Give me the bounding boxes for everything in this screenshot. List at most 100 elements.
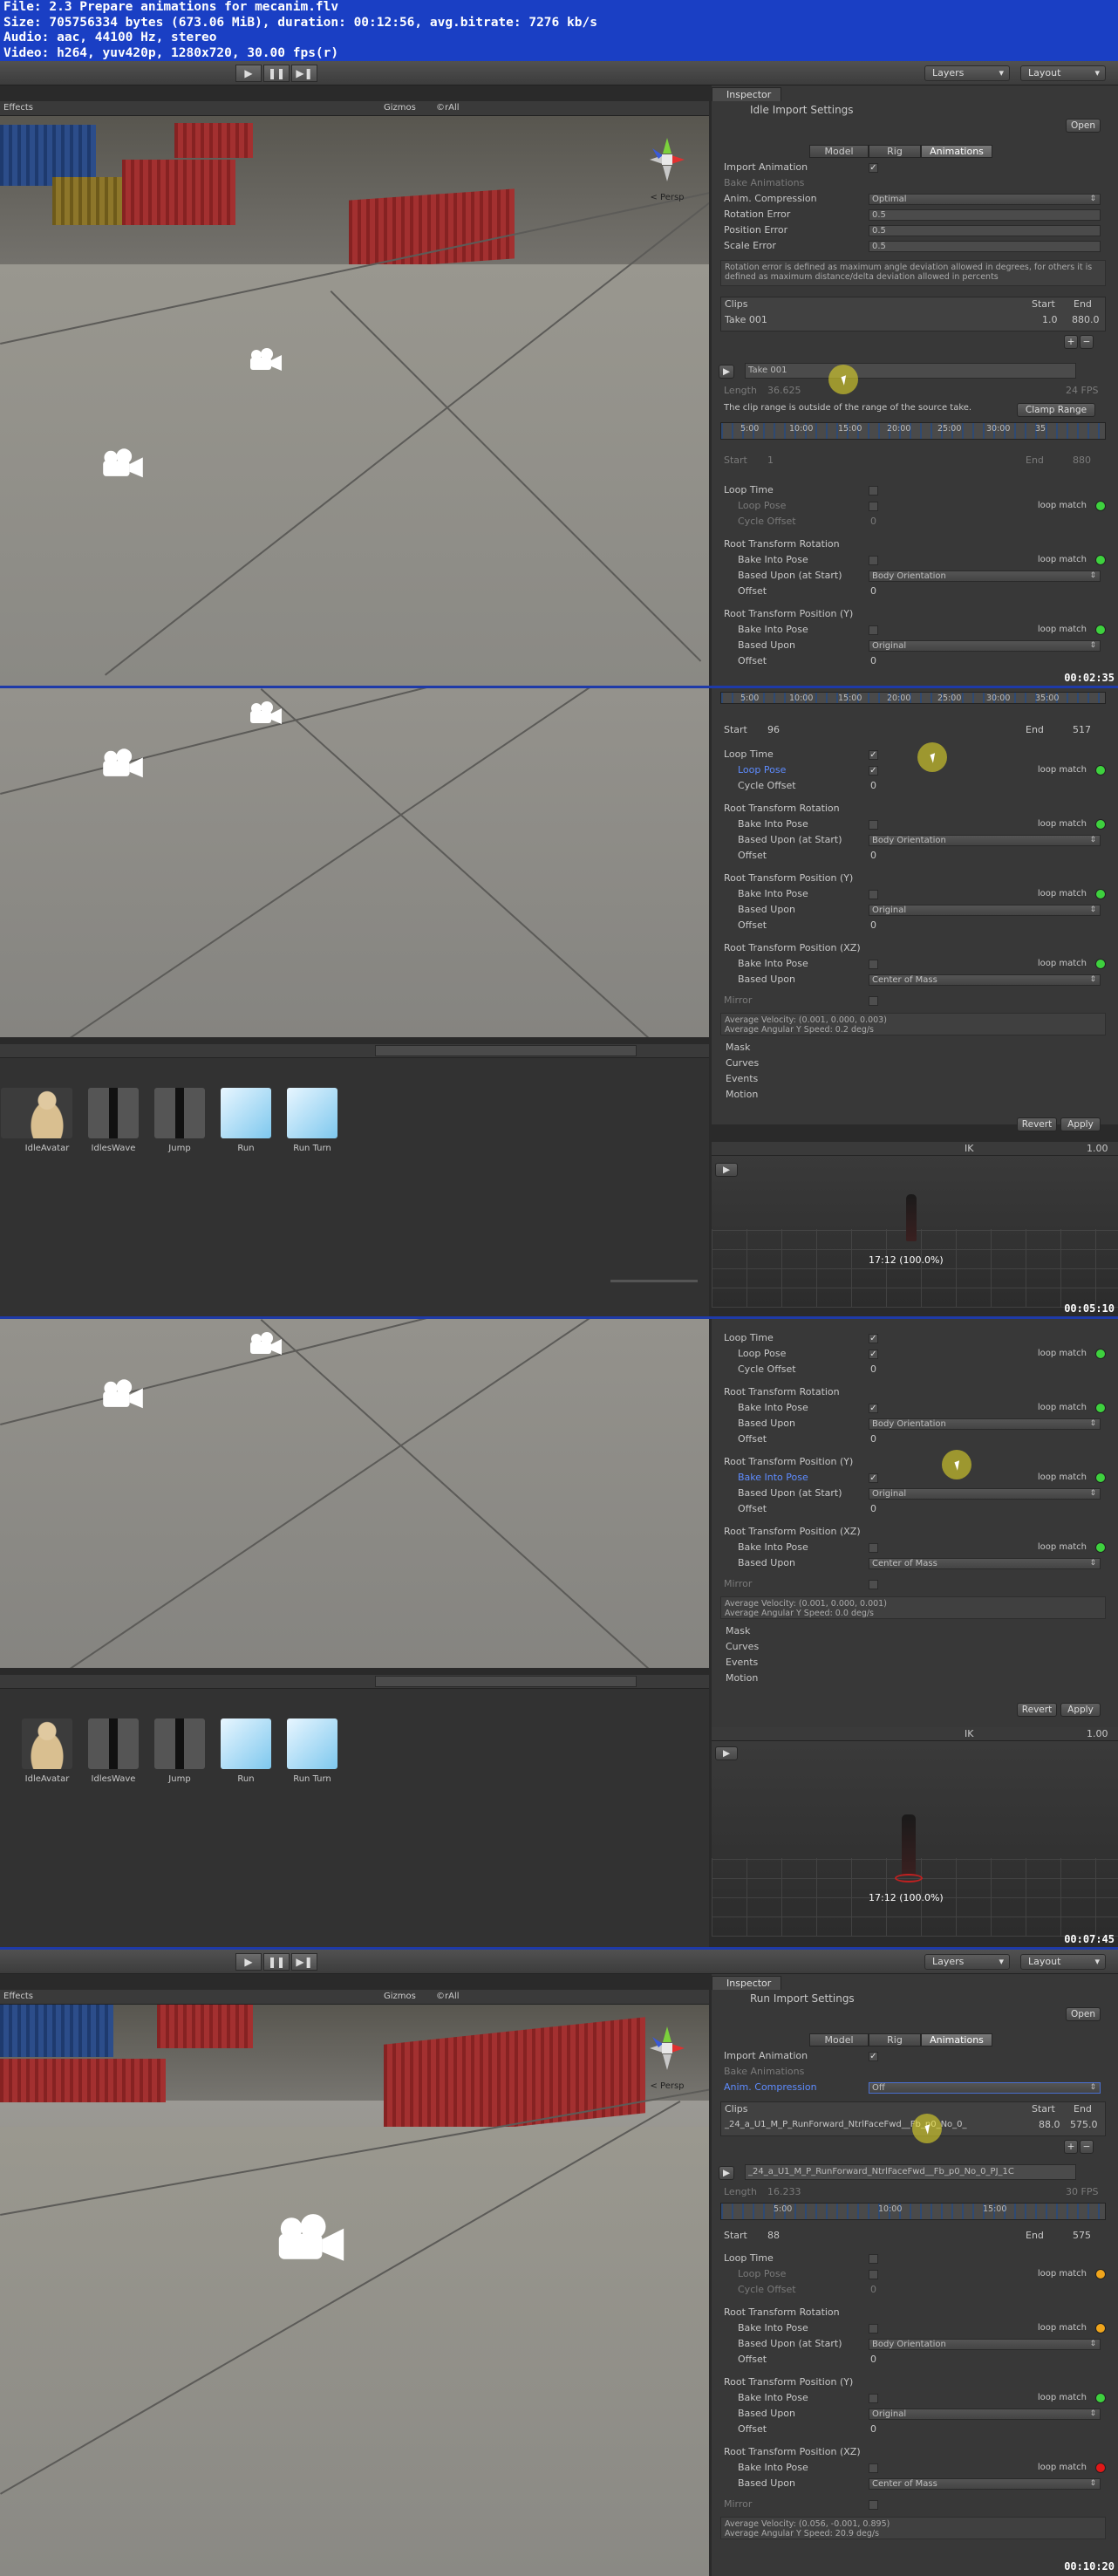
asset-item[interactable]: IdleAvatar [21, 1718, 73, 1797]
fold-mask[interactable]: Mask [726, 1624, 750, 1638]
bake-into-pose-checkbox[interactable] [869, 2324, 878, 2333]
camera-icon[interactable] [100, 448, 146, 481]
based-upon-dropdown[interactable]: Body Orientation [869, 2339, 1101, 2350]
effects-menu[interactable]: Effects [3, 1990, 33, 2004]
based-upon-dropdown[interactable]: Original [869, 1488, 1101, 1500]
camera-icon[interactable] [100, 748, 146, 781]
clip-timeline[interactable]: 5:00 10:00 15:00 20:00 25:00 30:00 35:00 [720, 692, 1106, 704]
clip-timeline[interactable]: 5:00 10:00 15:00 20:00 25:00 30:00 35 [720, 422, 1106, 440]
add-clip-button[interactable]: + [1064, 335, 1078, 349]
gizmos-menu[interactable]: Gizmos [384, 101, 416, 115]
step-button[interactable]: ▶❚ [291, 65, 317, 82]
fold-events[interactable]: Events [726, 1072, 758, 1086]
bake-into-pose-checkbox[interactable] [869, 820, 878, 830]
loop-time-checkbox[interactable]: ✓ [869, 1334, 878, 1343]
zoom-slider[interactable] [610, 1280, 698, 1282]
offset-value[interactable]: 0 [870, 584, 876, 598]
persp-label[interactable]: < Persp [637, 2081, 698, 2091]
offset-value[interactable]: 0 [870, 1432, 876, 1446]
based-upon-dropdown[interactable]: Body Orientation [869, 835, 1101, 846]
based-upon-dropdown[interactable]: Original [869, 640, 1101, 652]
scene-viewport[interactable]: < Persp [0, 2005, 709, 2576]
mirror-checkbox[interactable] [869, 2500, 878, 2510]
offset-value[interactable]: 0 [870, 1502, 876, 1516]
position-error-field[interactable]: 0.5 [869, 225, 1101, 236]
fold-motion[interactable]: Motion [726, 1671, 758, 1685]
fold-curves[interactable]: Curves [726, 1640, 759, 1654]
based-upon-dropdown[interactable]: Body Orientation [869, 1418, 1101, 1430]
based-upon-dropdown[interactable]: Center of Mass [869, 974, 1101, 986]
end-value[interactable]: 575 [1073, 2229, 1091, 2243]
import-animation-checkbox[interactable]: ✓ [869, 163, 878, 173]
tab-model[interactable]: Model [809, 145, 869, 158]
camera-icon[interactable] [249, 700, 283, 727]
rotation-error-field[interactable]: 0.5 [869, 209, 1101, 221]
end-value[interactable]: 517 [1073, 723, 1091, 737]
mirror-checkbox[interactable] [869, 1580, 878, 1589]
persp-label[interactable]: < Persp [637, 193, 698, 202]
layers-dropdown[interactable]: Layers [924, 1954, 1010, 1970]
add-clip-button[interactable]: + [1064, 2140, 1078, 2154]
pause-button[interactable]: ❚❚ [263, 65, 290, 82]
project-search[interactable] [375, 1676, 637, 1687]
based-upon-dropdown[interactable]: Center of Mass [869, 2478, 1101, 2490]
tab-animations[interactable]: Animations [921, 2033, 992, 2046]
apply-button[interactable]: Apply [1060, 1703, 1101, 1717]
take-name-field[interactable]: Take 001 [745, 363, 1076, 379]
scene-viewport[interactable] [0, 688, 709, 1037]
offset-value[interactable]: 0 [870, 919, 876, 933]
scene-viewport[interactable] [0, 1319, 709, 1668]
scene-viewport[interactable]: < Persp [0, 116, 709, 686]
based-upon-dropdown[interactable]: Center of Mass [869, 1558, 1101, 1569]
asset-item[interactable]: IdlesWave [87, 1088, 140, 1166]
asset-item[interactable]: Run Turn [286, 1088, 338, 1166]
anim-compression-dropdown[interactable]: Optimal [869, 194, 1101, 205]
clip-row-name[interactable]: Take 001 [725, 313, 767, 327]
clamp-range-button[interactable]: Clamp Range [1017, 403, 1095, 417]
asset-item[interactable]: Run [220, 1088, 272, 1166]
tab-model[interactable]: Model [809, 2033, 869, 2046]
bake-into-pose-checkbox[interactable] [869, 960, 878, 969]
offset-value[interactable]: 0 [870, 2422, 876, 2436]
fold-mask[interactable]: Mask [726, 1041, 750, 1055]
bake-into-pose-checkbox[interactable] [869, 2394, 878, 2403]
loop-pose-checkbox[interactable] [869, 502, 878, 511]
ik-toggle[interactable]: IK [965, 1727, 973, 1741]
cycle-offset-value[interactable]: 0 [870, 2283, 876, 2297]
import-animation-checkbox[interactable]: ✓ [869, 2052, 878, 2061]
open-button[interactable]: Open [1066, 2007, 1101, 2021]
clip-timeline[interactable]: 5:00 10:00 15:00 [720, 2203, 1106, 2220]
offset-value[interactable]: 0 [870, 654, 876, 668]
animation-preview[interactable]: IK 1.00 ▶ 17:12 (100.0%) [712, 1142, 1118, 1308]
asset-item[interactable]: IdlesWave [87, 1718, 140, 1797]
clip-play-button[interactable]: ▶ [719, 365, 734, 379]
remove-clip-button[interactable]: − [1080, 2140, 1094, 2154]
offset-value[interactable]: 0 [870, 2353, 876, 2367]
remove-clip-button[interactable]: − [1080, 335, 1094, 349]
tab-inspector[interactable]: Inspector [712, 87, 781, 101]
clip-play-button[interactable]: ▶ [719, 2166, 734, 2180]
asset-item[interactable]: Jump [153, 1718, 206, 1797]
asset-item[interactable]: Jump [153, 1088, 206, 1166]
gizmos-menu[interactable]: Gizmos [384, 1990, 416, 2004]
cycle-offset-value[interactable]: 0 [870, 779, 876, 793]
offset-value[interactable]: 0 [870, 849, 876, 863]
open-button[interactable]: Open [1066, 119, 1101, 133]
play-button[interactable]: ▶ [235, 1953, 262, 1971]
pause-button[interactable]: ❚❚ [263, 1953, 290, 1971]
tab-rig[interactable]: Rig [869, 145, 921, 158]
revert-button[interactable]: Revert [1017, 1117, 1057, 1131]
loop-time-checkbox[interactable] [869, 2254, 878, 2264]
camera-icon[interactable] [272, 2212, 351, 2266]
apply-button[interactable]: Apply [1060, 1117, 1101, 1131]
start-value[interactable]: 88 [767, 2229, 780, 2243]
based-upon-dropdown[interactable]: Original [869, 2409, 1101, 2420]
layers-dropdown[interactable]: Layers [924, 65, 1010, 81]
loop-time-checkbox[interactable]: ✓ [869, 750, 878, 760]
revert-button[interactable]: Revert [1017, 1703, 1057, 1717]
animation-preview[interactable]: IK 1.00 ▶ 17:12 (100.0%) [712, 1727, 1118, 1937]
loop-pose-checkbox[interactable]: ✓ [869, 1349, 878, 1359]
camera-icon[interactable] [100, 1378, 146, 1411]
end-value[interactable]: 880 [1073, 454, 1091, 468]
play-button[interactable]: ▶ [235, 65, 262, 82]
